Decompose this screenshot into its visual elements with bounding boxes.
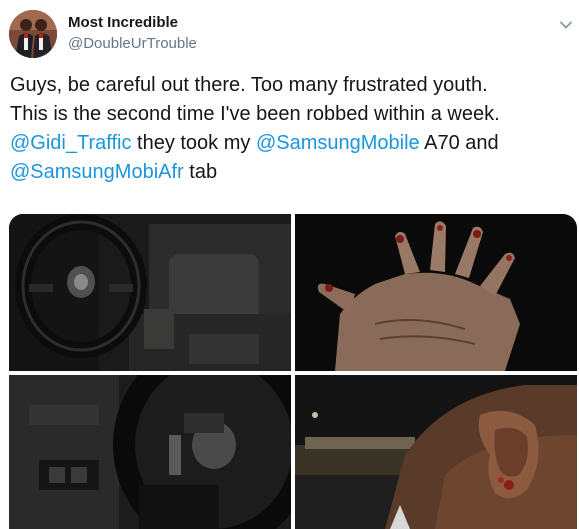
display-name[interactable]: Most Incredible [68, 14, 178, 31]
avatar-image [9, 10, 57, 58]
tweet-card: Most Incredible @DoubleUrTrouble Guys, b… [0, 0, 579, 529]
tweet-text-middle-1: they took my [131, 132, 256, 154]
tweet-text-line-2: This is the second time I've been robbed… [10, 103, 500, 125]
avatar[interactable] [9, 10, 57, 58]
mention-samsung-mobile[interactable]: @SamsungMobile [256, 132, 420, 154]
user-handle[interactable]: @DoubleUrTrouble [68, 35, 197, 52]
tweet-text: Guys, be careful out there. Too many fru… [10, 71, 575, 187]
mention-gidi-traffic[interactable]: @Gidi_Traffic [10, 132, 131, 154]
tweet-text-end: tab [183, 161, 218, 183]
photo-car-dashboard[interactable] [9, 375, 291, 529]
mention-samsung-mobi-afr[interactable]: @SamsungMobiAfr [10, 161, 184, 183]
tweet-text-line-1: Guys, be careful out there. Too many fru… [10, 74, 488, 96]
photo-car-interior[interactable] [9, 214, 291, 371]
photo-bleeding-hand[interactable] [295, 214, 577, 371]
chevron-down-icon[interactable] [559, 18, 573, 32]
photo-injured-ear[interactable] [295, 375, 577, 529]
media-grid [9, 214, 577, 529]
tweet-text-middle-2: A70 and [419, 132, 499, 154]
